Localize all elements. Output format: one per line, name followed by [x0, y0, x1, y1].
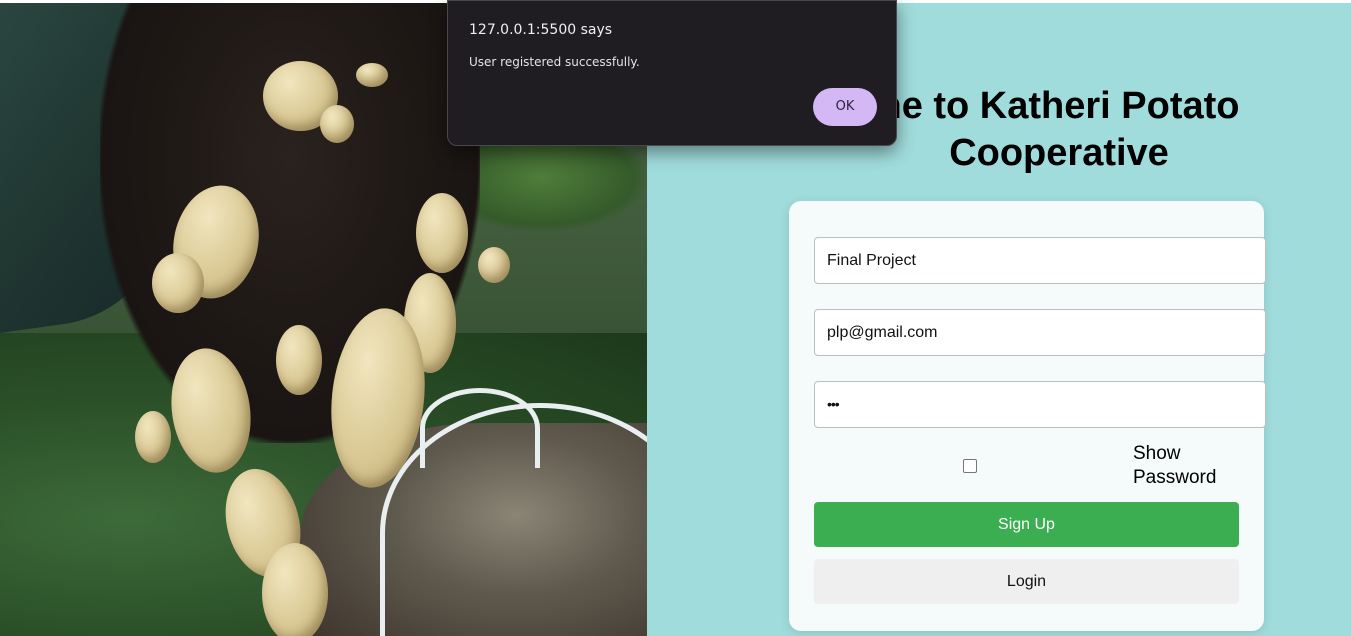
potato: [320, 105, 354, 143]
password-field[interactable]: •••: [814, 381, 1266, 428]
potato: [276, 325, 322, 395]
dialog-ok-button[interactable]: OK: [813, 88, 877, 126]
signup-button[interactable]: Sign Up: [814, 502, 1239, 547]
potato: [135, 411, 171, 463]
name-field[interactable]: Final Project: [814, 237, 1266, 284]
potato: [262, 543, 328, 636]
show-password-label: Show Password: [1133, 443, 1217, 488]
dialog-title: 127.0.0.1:5500 says: [469, 22, 613, 38]
signup-card: Final Project plp@gmail.com ••• Show Pas…: [789, 201, 1266, 631]
login-button[interactable]: Login: [814, 559, 1239, 604]
potato: [416, 193, 468, 273]
potato: [152, 253, 204, 313]
potato: [356, 63, 388, 87]
alert-dialog: 127.0.0.1:5500 says User registered succ…: [447, 0, 897, 146]
show-password-checkbox[interactable]: [963, 459, 977, 473]
dialog-message: User registered successfully.: [469, 55, 640, 69]
potato: [478, 247, 510, 283]
email-field[interactable]: plp@gmail.com: [814, 309, 1266, 356]
